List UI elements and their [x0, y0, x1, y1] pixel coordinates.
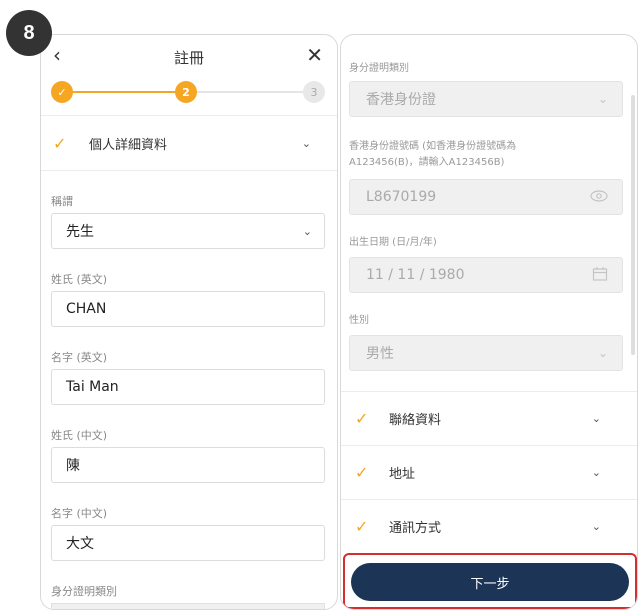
page-title: 註冊 [173, 49, 204, 67]
id-type-select-partial[interactable] [51, 603, 325, 609]
close-icon[interactable]: ✕ [306, 43, 323, 67]
surname-zh-label: 姓氏 (中文) [51, 429, 108, 442]
section-title: 聯絡資料 [389, 413, 442, 428]
section-title: 地址 [389, 467, 416, 482]
scrollbar[interactable] [631, 95, 635, 355]
dob-input: 11 / 11 / 1980 [349, 257, 623, 293]
given-en-input[interactable]: Tai Man [51, 369, 325, 405]
step-3-pending: 3 [303, 81, 325, 103]
id-type-value: 香港身份證 [366, 92, 436, 108]
gender-value: 男性 [366, 346, 394, 362]
surname-en-input[interactable]: CHAN [51, 291, 325, 327]
header-bar: ‹ 註冊 ✕ [41, 35, 337, 79]
step-1-done: ✓ [51, 81, 73, 103]
screenshot-root: 8 ‹ 註冊 ✕ ✓ 2 3 ✓ 個人詳細資料 ⌄ 稱謂 先生 ⌄ 姓氏 (英文… [0, 0, 640, 610]
progress-stepper: ✓ 2 3 [41, 79, 337, 115]
id-number-label-line2: A123456(B)，請輸入A123456B) [349, 157, 505, 168]
eye-icon[interactable] [590, 189, 608, 205]
salutation-value: 先生 [66, 224, 94, 240]
check-icon: ✓ [355, 409, 369, 428]
id-number-label-line1: 香港身份證號碼 (如香港身份證號碼為 [349, 141, 517, 152]
step-2-current: 2 [175, 81, 197, 103]
stepper-line-complete [73, 91, 175, 93]
given-en-value: Tai Man [66, 379, 119, 395]
section-address[interactable]: ✓ 地址 ⌄ [341, 445, 637, 499]
next-button[interactable]: 下一步 [351, 563, 629, 601]
chevron-down-icon: ⌄ [591, 412, 601, 425]
chevron-down-icon: ⌄ [597, 92, 608, 106]
chevron-down-icon: ⌄ [301, 136, 311, 150]
chevron-down-icon: ⌄ [302, 224, 312, 238]
given-en-label: 名字 (英文) [51, 351, 108, 364]
check-icon: ✓ [355, 463, 369, 482]
chevron-down-icon: ⌄ [591, 520, 601, 533]
id-type-select: 香港身份證 ⌄ [349, 81, 623, 117]
surname-zh-input[interactable]: 陳 [51, 447, 325, 483]
surname-zh-value: 陳 [66, 458, 80, 474]
right-phone-screen: 身分證明類別 香港身份證 ⌄ 香港身份證號碼 (如香港身份證號碼為 A12345… [340, 34, 638, 610]
salutation-select[interactable]: 先生 ⌄ [51, 213, 325, 249]
gender-label: 性別 [349, 315, 369, 326]
id-number-input: L8670199 [349, 179, 623, 215]
surname-en-value: CHAN [66, 301, 107, 317]
dob-label: 出生日期 (日/月/年) [349, 237, 437, 248]
check-icon: ✓ [53, 133, 67, 153]
section-title: 個人詳細資料 [89, 137, 168, 153]
dob-value: 11 / 11 / 1980 [366, 267, 465, 283]
id-type-label: 身分證明類別 [51, 585, 117, 598]
id-number-value: L8670199 [366, 189, 437, 205]
surname-en-label: 姓氏 (英文) [51, 273, 108, 286]
left-phone-screen: ‹ 註冊 ✕ ✓ 2 3 ✓ 個人詳細資料 ⌄ 稱謂 先生 ⌄ 姓氏 (英文) … [40, 34, 338, 610]
stepper-line-pending [197, 91, 303, 93]
section-personal-details[interactable]: ✓ 個人詳細資料 ⌄ [41, 115, 337, 171]
salutation-label: 稱謂 [51, 195, 73, 208]
chevron-down-icon: ⌄ [591, 466, 601, 479]
section-contact-info[interactable]: ✓ 聯絡資料 ⌄ [341, 391, 637, 445]
given-zh-label: 名字 (中文) [51, 507, 108, 520]
section-communication[interactable]: ✓ 通訊方式 ⌄ [341, 499, 637, 553]
chevron-down-icon: ⌄ [597, 346, 608, 360]
step-number-badge: 8 [6, 10, 52, 56]
given-zh-input[interactable]: 大文 [51, 525, 325, 561]
gender-select: 男性 ⌄ [349, 335, 623, 371]
check-icon: ✓ [355, 517, 369, 536]
section-title: 通訊方式 [389, 521, 442, 536]
calendar-icon[interactable] [592, 266, 608, 285]
given-zh-value: 大文 [66, 536, 94, 552]
next-button-highlight: 下一步 [343, 553, 637, 609]
id-type-label: 身分證明類別 [349, 63, 409, 74]
